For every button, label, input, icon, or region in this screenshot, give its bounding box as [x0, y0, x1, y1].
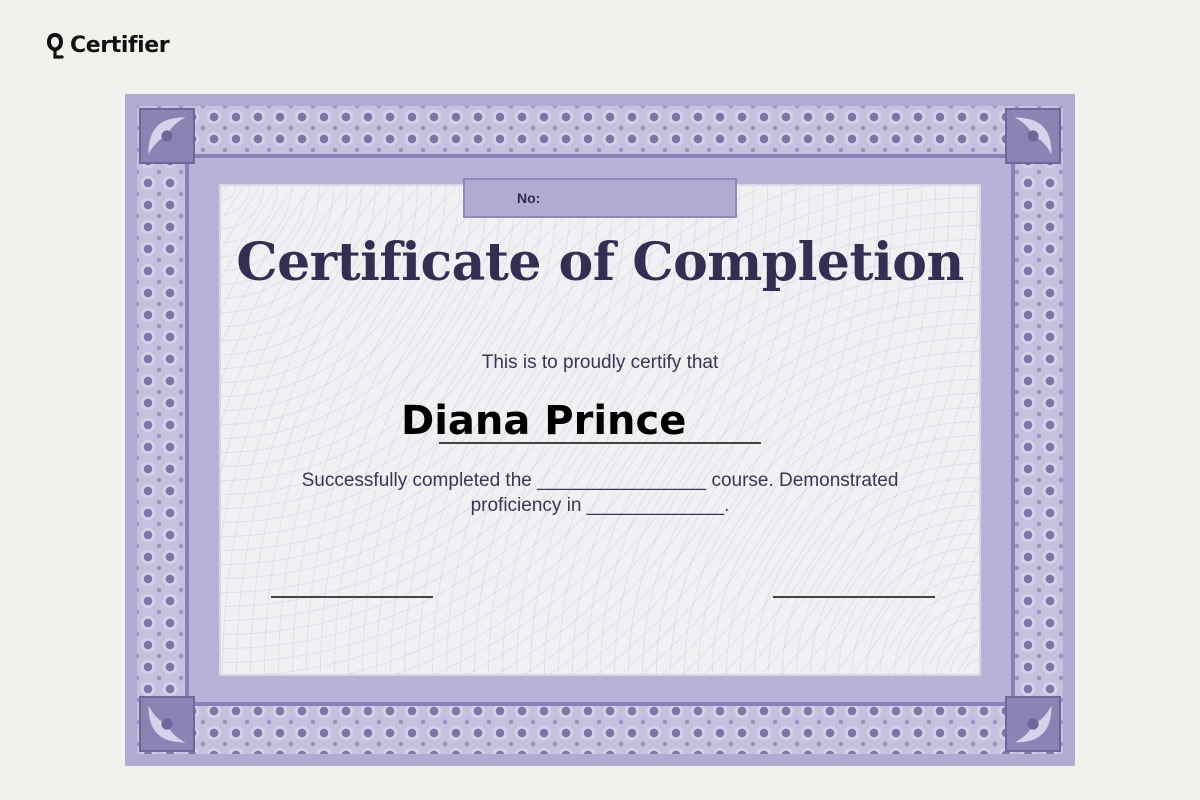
- corner-ornament-icon: [139, 108, 195, 164]
- certificate-title: Certificate of Completion: [236, 232, 964, 293]
- certificate-body-line: proficiency in _____________.: [470, 495, 730, 516]
- certificate-subtitle: This is to proudly certify that: [481, 352, 719, 373]
- corner-ornament-icon: [139, 696, 195, 752]
- signature-line-left: [271, 596, 433, 598]
- certificate-number-box: No:: [463, 178, 737, 218]
- certificate-body-line: Successfully completed the _____________…: [301, 470, 899, 491]
- signature-line-right: [773, 596, 935, 598]
- brand-name: Certifier: [70, 32, 170, 58]
- brand-logo: Certifier: [44, 30, 170, 60]
- corner-ornament-icon: [1005, 696, 1061, 752]
- certifier-logo-icon: [47, 33, 64, 59]
- certificate: No: Certificate of Completion This is to…: [125, 94, 1075, 766]
- certificate-number-label: No:: [517, 190, 541, 206]
- recipient-name: Diana Prince: [401, 398, 687, 444]
- certificate-body: Successfully completed the _____________…: [245, 468, 955, 518]
- corner-ornament-icon: [1005, 108, 1061, 164]
